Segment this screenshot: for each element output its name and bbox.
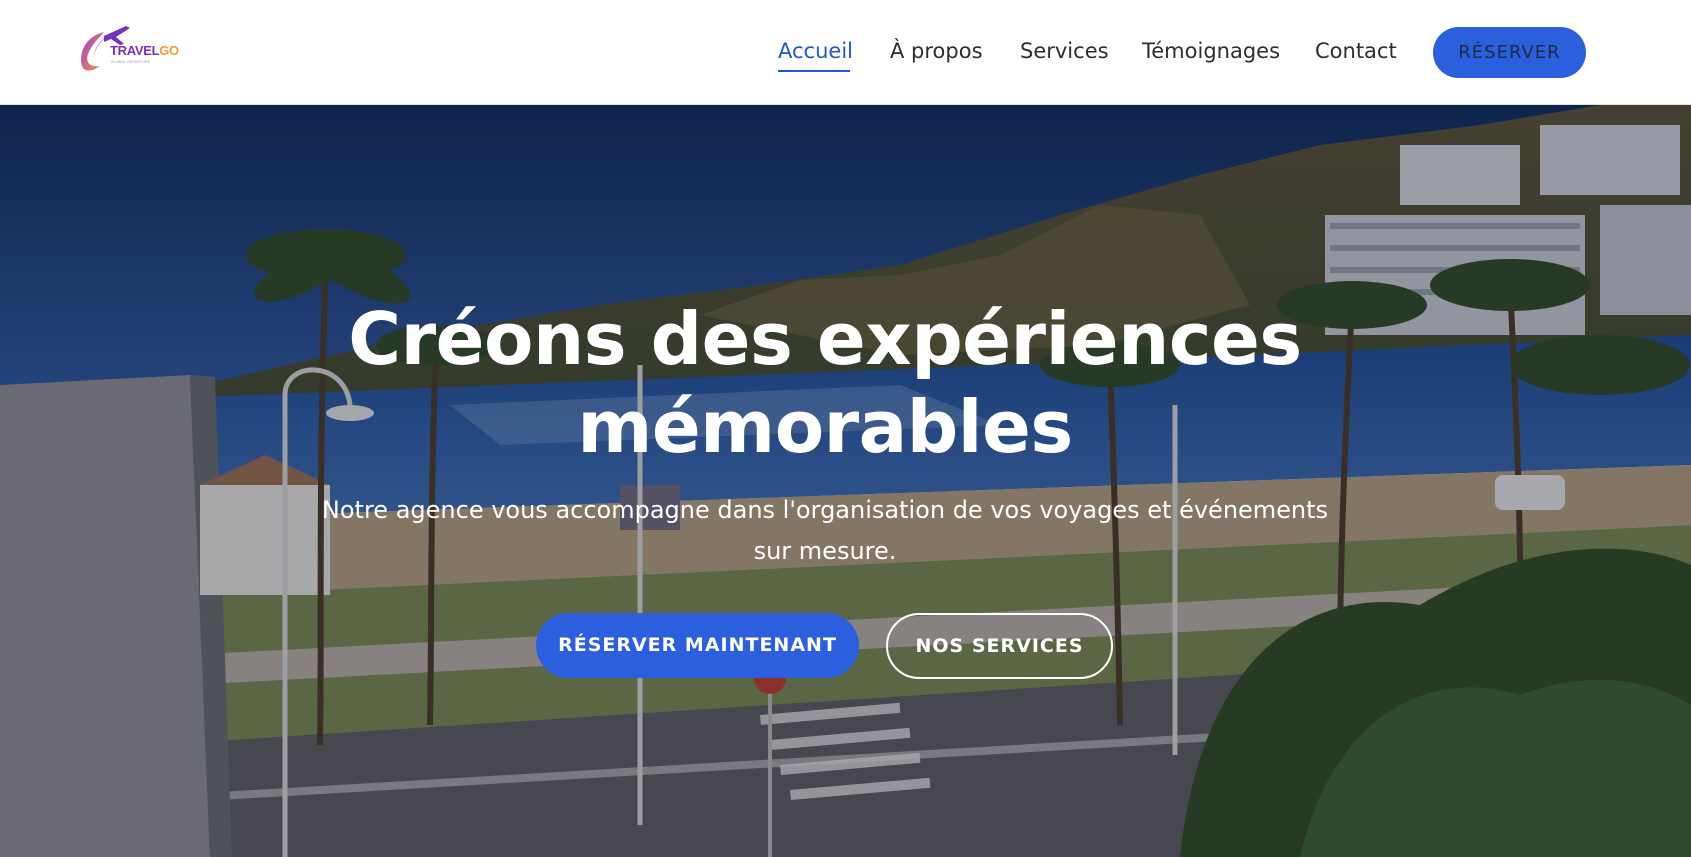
hero-subtitle: Notre agence vous accompagne dans l'orga… [321, 496, 1329, 565]
reserve-button[interactable]: RÉSERVER [1433, 27, 1586, 78]
hero-section: Créons des expériences mémorables Notre … [0, 105, 1691, 857]
hero-title-line1: Créons des expériences [348, 297, 1302, 381]
nav-item-a-propos[interactable]: À propos [890, 39, 983, 63]
active-nav-underline [778, 70, 850, 72]
reserve-now-button[interactable]: RÉSERVER MAINTENANT [536, 613, 859, 678]
nav-item-services[interactable]: Services [1020, 39, 1109, 63]
our-services-button[interactable]: NOS SERVICES [886, 613, 1113, 679]
nav-item-contact[interactable]: Contact [1315, 39, 1397, 63]
hero-title: Créons des expériences mémorables [250, 295, 1400, 471]
travelgo-logo[interactable]: TRAVELGO GLOBAL DEPARTURE [74, 22, 186, 76]
brand-tagline: GLOBAL DEPARTURE [111, 60, 151, 64]
brand-name: TRAVELGO [110, 43, 179, 58]
nav-item-temoignages[interactable]: Témoignages [1142, 39, 1280, 63]
hero-dark-overlay [0, 105, 1691, 857]
hero-title-line2: mémorables [577, 385, 1073, 469]
nav-item-accueil[interactable]: Accueil [778, 39, 853, 63]
site-header: TRAVELGO GLOBAL DEPARTURE Accueil À prop… [0, 0, 1691, 105]
